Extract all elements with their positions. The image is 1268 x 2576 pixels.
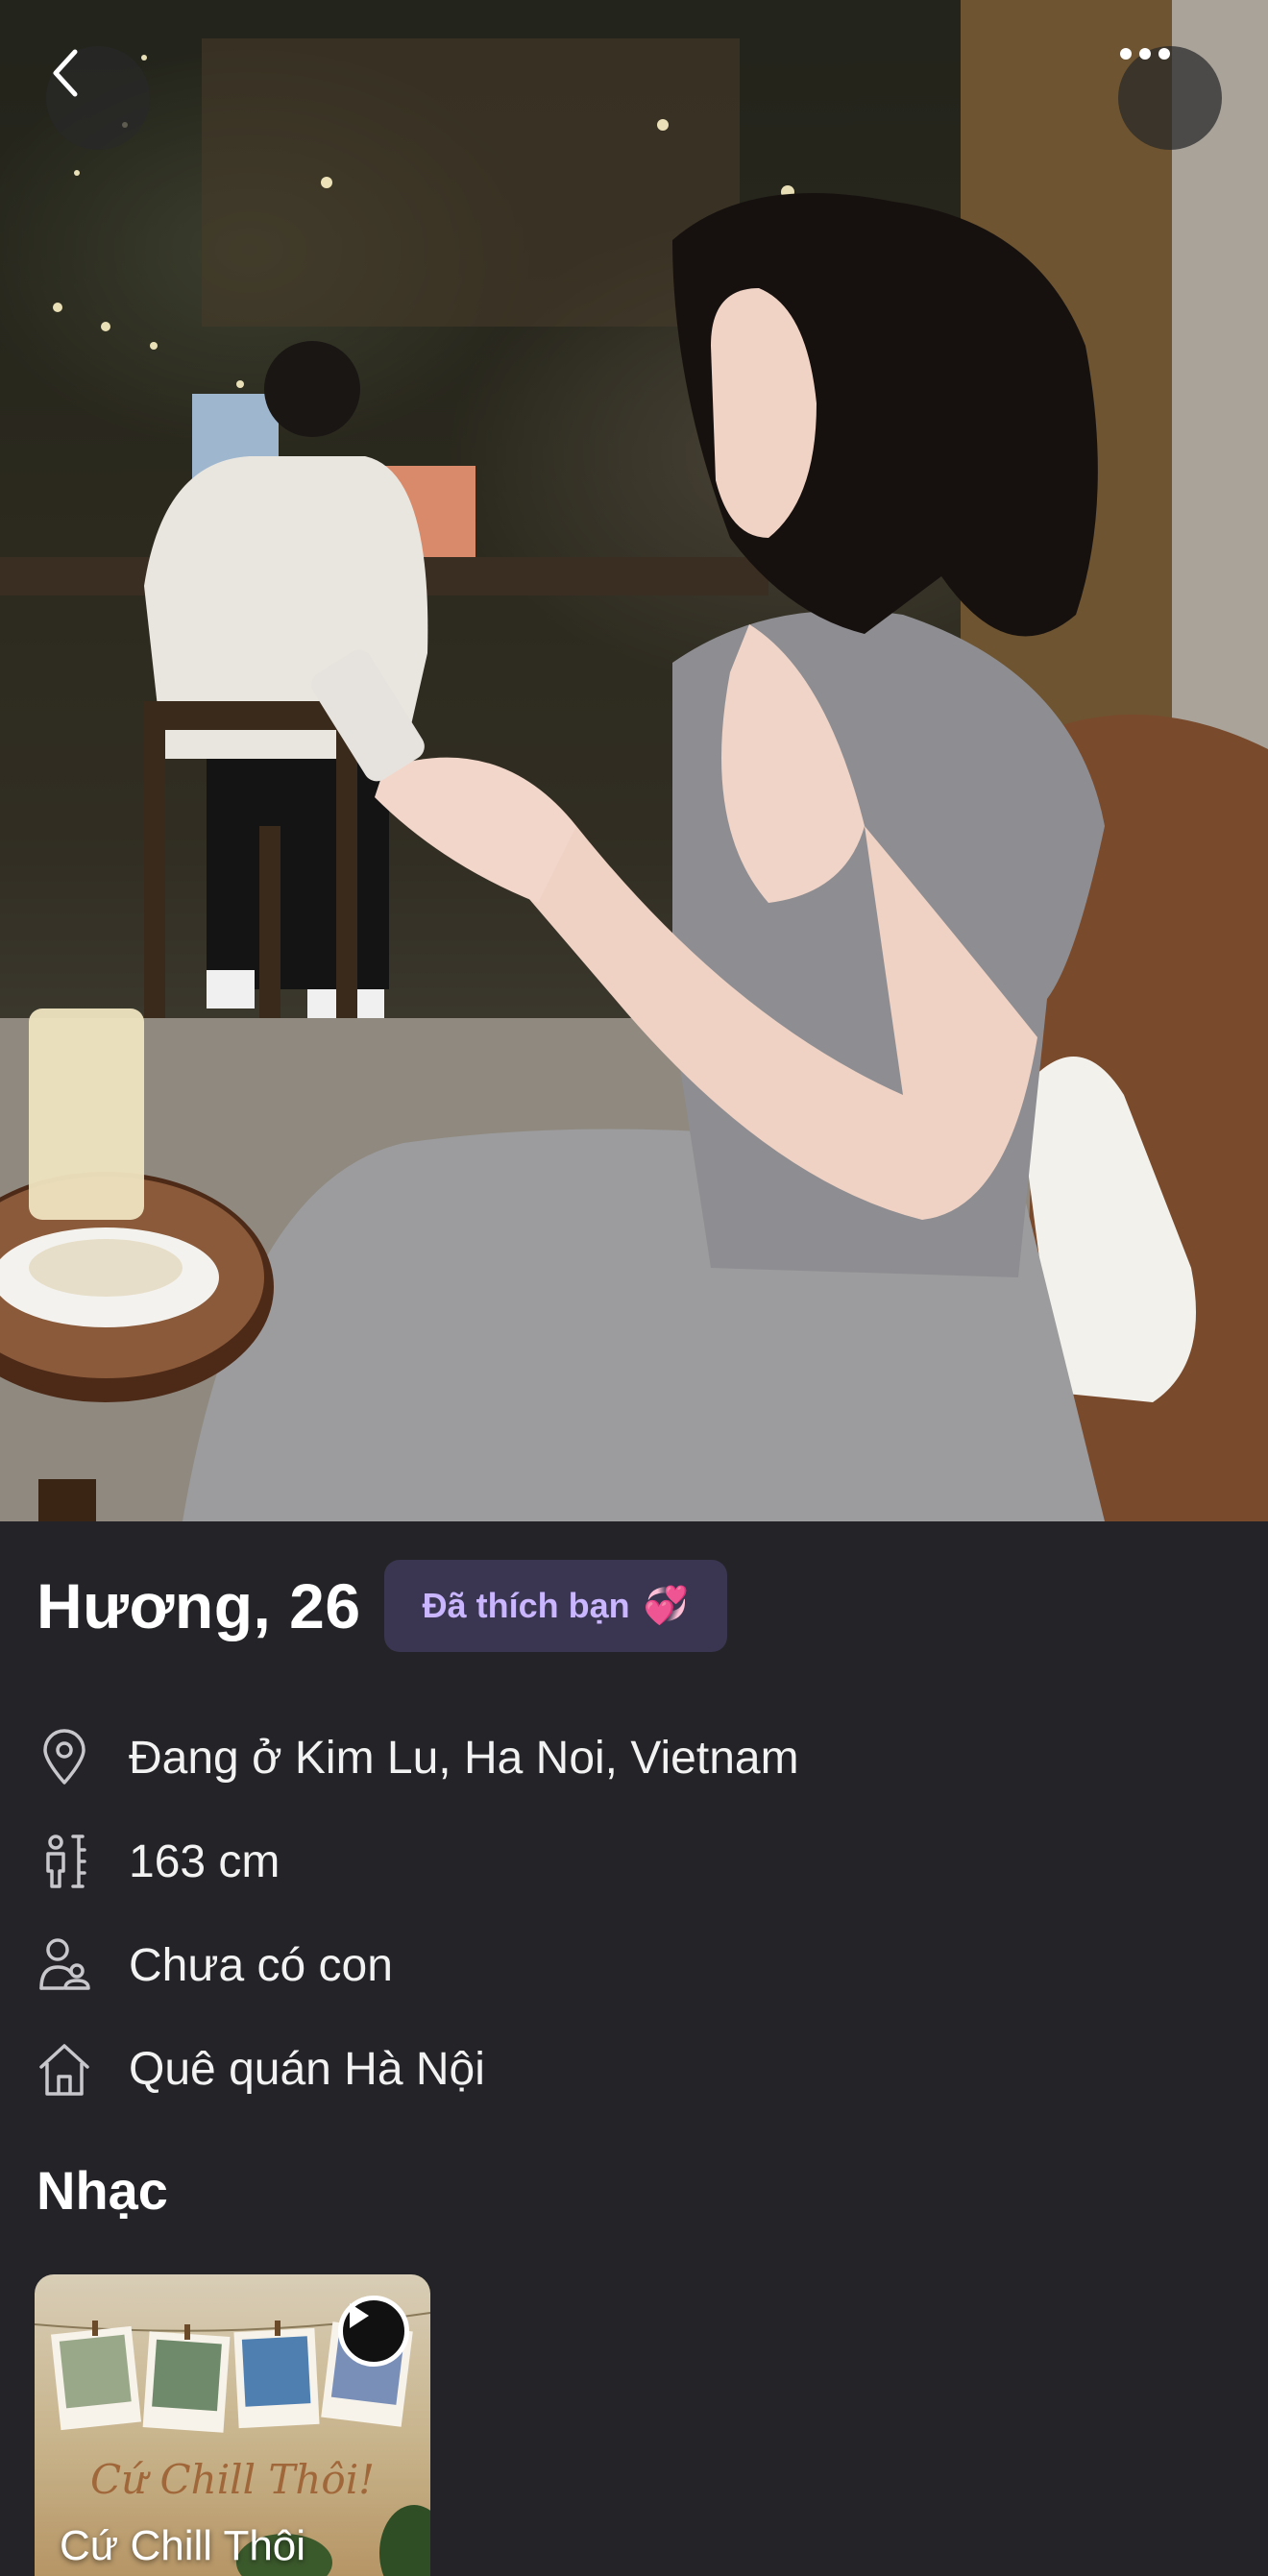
chevron-left-icon (53, 49, 78, 97)
music-track-title: Cứ Chill Thôi (60, 2522, 306, 2569)
detail-height-text: 163 cm (129, 1835, 280, 1887)
music-section-title: Nhạc (37, 2160, 168, 2221)
play-icon (350, 2303, 369, 2328)
music-track-card[interactable]: Cứ Chill Thôi! Cứ Chill Thôi (35, 2274, 430, 2576)
photo-illustration (0, 0, 1268, 1521)
profile-screen: Hương, 26 Đã thích bạn 💞 Đang ở Kim Lu, … (0, 0, 1268, 2576)
profile-name-age: Hương, 26 (37, 1570, 361, 1641)
back-button[interactable] (46, 46, 150, 150)
detail-height: 163 cm (37, 1810, 1228, 1913)
more-options-button[interactable] (1118, 46, 1222, 150)
height-icon (37, 1831, 92, 1892)
hearts-emoji: 💞 (643, 1586, 689, 1626)
detail-location-text: Đang ở Kim Lu, Ha Noi, Vietnam (129, 1732, 799, 1784)
profile-details: Đang ở Kim Lu, Ha Noi, Vietnam 163 cm Ch… (37, 1706, 1228, 2121)
detail-hometown: Quê quán Hà Nội (37, 2017, 1228, 2121)
detail-hometown-text: Quê quán Hà Nội (129, 2043, 485, 2095)
liked-you-badge: Đã thích bạn 💞 (383, 1560, 727, 1652)
detail-children: Chưa có con (37, 1913, 1228, 2017)
detail-location: Đang ở Kim Lu, Ha Noi, Vietnam (37, 1706, 1228, 1810)
profile-photo[interactable] (0, 0, 1268, 1521)
play-button[interactable] (338, 2296, 409, 2367)
location-pin-icon (37, 1727, 92, 1788)
liked-you-label: Đã thích bạn (422, 1586, 630, 1625)
detail-children-text: Chưa có con (129, 1939, 393, 1991)
children-icon (37, 1934, 92, 1996)
more-dots-icon (1120, 48, 1170, 60)
home-icon (37, 2038, 92, 2100)
profile-header: Hương, 26 Đã thích bạn 💞 (37, 1560, 727, 1652)
cover-script-text: Cứ Chill Thôi! (90, 2456, 375, 2503)
